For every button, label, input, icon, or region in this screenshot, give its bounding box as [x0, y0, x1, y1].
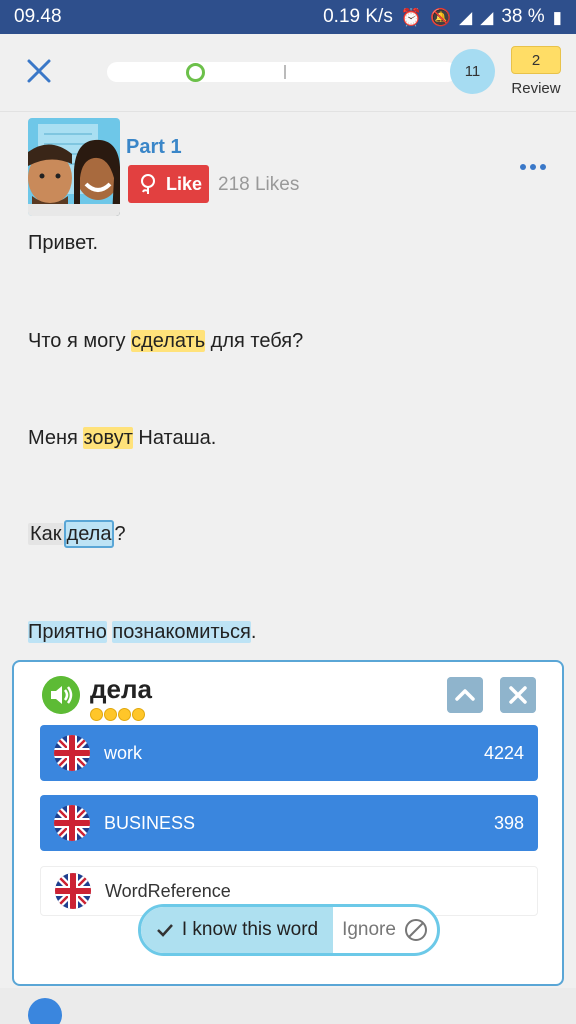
word[interactable]: . [251, 621, 257, 643]
sentence-line: Меня зовут Наташа. [28, 427, 216, 450]
status-bar: 09.48 0.19 K/s ⏰ 🔕 ◢ ◢ 38 % ▮ [0, 0, 576, 34]
bottom-bar [0, 988, 576, 1024]
lesson-header: 11 2 Review [0, 34, 576, 112]
translation-label: work [104, 742, 143, 763]
uk-flag-icon [55, 873, 91, 909]
progress-indicator [186, 63, 205, 82]
lesson-count-badge[interactable]: 11 [450, 49, 495, 94]
bottom-action-button[interactable] [28, 998, 62, 1024]
close-icon[interactable] [500, 677, 536, 713]
word[interactable]: Привет. [28, 232, 98, 254]
mute-icon: 🔕 [430, 7, 452, 27]
word-definition-popup: дела work 4224 BUSINESS 398 WordReferenc… [12, 660, 564, 986]
word[interactable]: Меня [28, 427, 83, 449]
word[interactable]: Наташа. [133, 427, 216, 449]
like-label: Like [166, 173, 203, 194]
progress-bar [107, 62, 457, 82]
highlighted-word[interactable]: зовут [83, 427, 133, 449]
popup-word: дела [90, 674, 152, 704]
like-button[interactable]: Like [128, 165, 209, 203]
uk-flag-icon [54, 805, 90, 841]
word[interactable]: Что я могу [28, 330, 131, 352]
check-icon [156, 924, 173, 937]
translation-row[interactable]: work 4224 [40, 725, 538, 781]
review-count-badge[interactable]: 2 [511, 46, 561, 74]
ignore-button[interactable]: Ignore [333, 907, 437, 953]
word[interactable]: ? [114, 523, 125, 545]
word-level-indicator[interactable] [90, 708, 145, 721]
alarm-icon: ⏰ [400, 7, 422, 27]
review-label[interactable]: Review [511, 80, 561, 97]
known-word[interactable]: Как [28, 523, 64, 545]
sentence-line: Что я могу сделать для тебя? [28, 330, 303, 353]
block-icon [404, 919, 427, 941]
know-word-label: I know this word [181, 919, 319, 940]
chevron-up-icon[interactable] [447, 677, 483, 713]
battery-level: 38 % [501, 6, 545, 27]
translation-count: 4224 [483, 742, 524, 763]
know-word-button[interactable]: I know this word [141, 907, 333, 953]
network-speed: 0.19 K/s [323, 6, 393, 27]
sentence-line: Как дела? [28, 520, 126, 548]
new-word[interactable]: Приятно [28, 621, 107, 643]
status-icons: 0.19 K/s ⏰ 🔕 ◢ ◢ 38 % ▮ [323, 6, 562, 28]
highlighted-word[interactable]: сделать [131, 330, 206, 352]
ignore-label: Ignore [342, 919, 396, 940]
battery-icon: ▮ [552, 7, 562, 27]
translation-count: 398 [493, 812, 524, 833]
translation-row[interactable]: BUSINESS 398 [40, 795, 538, 851]
status-time: 09.48 [14, 6, 62, 27]
word[interactable]: для тебя? [205, 330, 304, 352]
sentence-line: Приятно познакомиться. [28, 621, 256, 644]
signal-icon: ◢ [459, 7, 473, 27]
new-word[interactable]: познакомиться [112, 621, 251, 643]
signal-icon: ◢ [480, 7, 494, 27]
translation-label: BUSINESS [104, 812, 196, 833]
close-icon[interactable] [26, 58, 52, 84]
wordreference-label: WordReference [105, 880, 231, 901]
lesson-avatar [28, 118, 120, 216]
part-title[interactable]: Part 1 [126, 136, 182, 159]
sentence-line: Привет. [28, 232, 98, 255]
selected-word[interactable]: дела [63, 520, 115, 548]
more-options-icon[interactable] [520, 164, 546, 170]
progress-marker [284, 65, 286, 79]
word-status-toggle: I know this word Ignore [138, 904, 440, 956]
uk-flag-icon [54, 735, 90, 771]
rose-icon [141, 174, 155, 194]
speaker-icon[interactable] [42, 676, 80, 714]
likes-count: 218 Likes [218, 174, 300, 195]
